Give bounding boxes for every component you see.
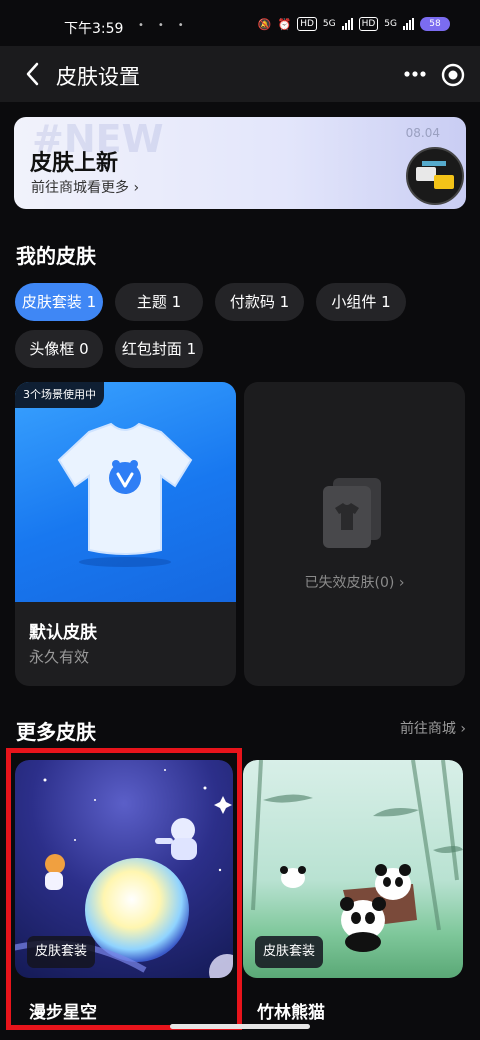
default-skin-name: 默认皮肤 xyxy=(29,623,97,643)
signal-icon-1 xyxy=(341,18,353,30)
signal-icon-2 xyxy=(403,18,414,30)
banner-event-logo xyxy=(406,147,464,205)
page-title: 皮肤设置 xyxy=(56,65,140,89)
network-type-1: 5G xyxy=(322,19,336,29)
hd-badge-2: HD xyxy=(358,17,379,31)
status-indicators: 🔕 ⏰ HD 5G HD 5G 58 xyxy=(258,17,450,31)
expired-skins-card[interactable]: 已失效皮肤(0) › xyxy=(244,382,465,686)
close-miniprogram-icon[interactable] xyxy=(438,60,468,90)
notification-icons: ••• xyxy=(138,20,198,31)
panda-1 xyxy=(375,864,411,900)
default-skin-validity: 永久有效 xyxy=(29,648,90,666)
home-indicator[interactable] xyxy=(170,1024,310,1029)
chip-skin-suit[interactable]: 皮肤套装 1 xyxy=(15,283,103,321)
banner-date: 08.04 xyxy=(405,126,440,140)
banner-store-link[interactable]: 前往商城看更多 › xyxy=(31,177,139,197)
hd-badge-1: HD xyxy=(297,17,317,31)
chip-theme[interactable]: 主题 1 xyxy=(115,283,203,321)
chip-widget[interactable]: 小组件 1 xyxy=(316,283,406,321)
expired-skins-label: 已失效皮肤(0) › xyxy=(304,575,405,591)
new-skins-banner[interactable]: #NEW 皮肤上新 前往商城看更多 › 08.04 xyxy=(14,117,466,209)
network-type-2: 5G xyxy=(384,19,397,29)
highlight-box xyxy=(6,748,242,1030)
chip-red-packet-cover[interactable]: 红包封面 1 xyxy=(115,330,203,368)
battery-icon: 58 xyxy=(420,17,450,31)
mute-icon: 🔕 xyxy=(257,17,272,31)
go-to-store-link[interactable]: 前往商城 › xyxy=(400,718,466,738)
back-arrow-icon[interactable] xyxy=(20,60,48,88)
usage-tag: 3个场景使用中 xyxy=(15,382,104,408)
skin-name: 竹林熊猫 xyxy=(257,1003,325,1020)
more-skins-heading: 更多皮肤 xyxy=(16,720,96,744)
app-header: 皮肤设置 xyxy=(0,46,480,102)
tshirt-icon xyxy=(57,422,193,567)
my-skins-heading: 我的皮肤 xyxy=(16,244,96,268)
default-skin-card[interactable]: 3个场景使用中 默认皮肤 永久有效 xyxy=(15,382,236,686)
expired-skin-icon xyxy=(323,478,381,548)
skin-type-badge: 皮肤套装 xyxy=(255,936,324,968)
default-skin-image xyxy=(15,382,236,602)
panda-3 xyxy=(280,866,306,888)
skin-card-bamboo-panda[interactable]: 皮肤套装 竹林熊猫 xyxy=(243,760,463,1020)
panda-2 xyxy=(340,897,386,952)
status-bar: 下午3:59 ••• 🔕 ⏰ HD 5G HD 5G 58 xyxy=(0,0,480,44)
more-options-icon[interactable] xyxy=(400,60,430,88)
banner-title: 皮肤上新 xyxy=(30,151,119,176)
status-time: 下午3:59 xyxy=(64,21,124,37)
chip-avatar-frame[interactable]: 头像框 0 xyxy=(15,330,103,368)
alarm-icon: ⏰ xyxy=(277,17,292,31)
chip-payment-code[interactable]: 付款码 1 xyxy=(215,283,304,321)
